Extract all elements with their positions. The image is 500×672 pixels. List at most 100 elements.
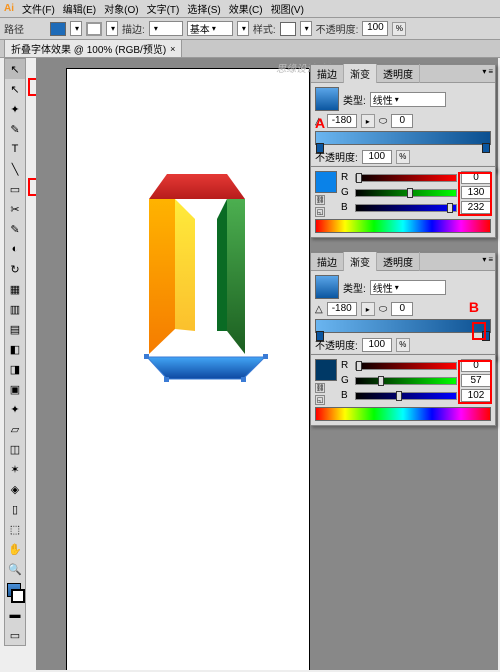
angle2-input-a[interactable]: 0 [391, 114, 413, 128]
gradient-type-a[interactable]: 线性 [370, 92, 446, 107]
magic-wand-tool[interactable]: ✦ [5, 99, 25, 119]
pct-btn-b[interactable]: % [396, 338, 410, 352]
r-slider-b[interactable] [355, 362, 457, 370]
tab-gradient-a[interactable]: 渐变 [344, 64, 377, 83]
angle-step-b[interactable]: ▸ [361, 302, 375, 316]
menu-effect[interactable]: 效果(C) [229, 1, 263, 16]
gradient-stop-right-a[interactable] [482, 143, 490, 153]
gradient-stop-left-a[interactable] [316, 143, 324, 153]
g-value-b[interactable]: 57 [461, 374, 491, 387]
document-tab[interactable]: 折叠字体效果 @ 100% (RGB/预览) × [4, 39, 182, 58]
gradient-stop-left-b[interactable] [316, 331, 324, 341]
blend-tool[interactable]: ▱ [5, 419, 25, 439]
line-tool[interactable]: ╲ [5, 159, 25, 179]
angle-input-a[interactable]: -180 [327, 114, 357, 128]
scissors-tool[interactable]: ⬚ [5, 519, 25, 539]
menu-edit[interactable]: 编辑(E) [63, 1, 96, 16]
scale-tool[interactable]: ↻ [5, 259, 25, 279]
zoom-tool[interactable]: 🔍 [5, 559, 25, 579]
r-value-b[interactable]: 0 [461, 359, 491, 372]
gradient-tool[interactable]: ▣ [5, 379, 25, 399]
pct-button[interactable]: % [392, 22, 406, 36]
pct-btn-a[interactable]: % [396, 150, 410, 164]
b-value-b[interactable]: 102 [461, 389, 491, 402]
live-paint-tool[interactable]: ◫ [5, 439, 25, 459]
type-tool[interactable]: T [5, 139, 25, 159]
angle2-input-b[interactable]: 0 [391, 302, 413, 316]
g-slider-a[interactable] [355, 189, 457, 197]
gradient-strip-b[interactable] [315, 319, 491, 333]
menu-object[interactable]: 对象(O) [104, 1, 138, 16]
stroke-weight[interactable] [149, 21, 183, 36]
eyedropper-tool[interactable]: ✦ [5, 399, 25, 419]
cube-icon-a[interactable]: ◱ [315, 207, 325, 217]
brush-menu[interactable] [237, 21, 249, 36]
screen-mode-icon[interactable]: ▭ [5, 625, 25, 645]
opacity-input-b[interactable]: 100 [362, 338, 392, 352]
pen-tool[interactable]: ✎ [5, 119, 25, 139]
color-swatch-b[interactable] [315, 359, 337, 381]
graph-tool[interactable]: ◧ [5, 339, 25, 359]
warp-tool[interactable]: ▦ [5, 279, 25, 299]
fill-dropdown[interactable] [70, 21, 82, 36]
crop-tool[interactable]: ✶ [5, 459, 25, 479]
color-mode-icon[interactable]: ▬ [5, 605, 25, 625]
gradient-stop-right-b[interactable] [482, 331, 490, 341]
spectrum-b[interactable] [315, 407, 491, 421]
b-slider-a[interactable] [355, 204, 457, 212]
minimize-icon-b[interactable]: ▾ [482, 255, 486, 264]
free-transform-tool[interactable]: ▥ [5, 299, 25, 319]
r-value-a[interactable]: 0 [461, 171, 491, 184]
b-value-a[interactable]: 232 [461, 201, 491, 214]
fill-stroke-control[interactable] [5, 581, 25, 605]
opacity-input[interactable]: 100 [362, 21, 388, 36]
link-icon-b[interactable]: ⛓ [315, 383, 325, 393]
tab-transparency-a[interactable]: 透明度 [377, 64, 420, 83]
symbol-sprayer-tool[interactable]: ▤ [5, 319, 25, 339]
menu-icon[interactable]: ≡ [488, 67, 493, 76]
menu-icon-b[interactable]: ≡ [488, 255, 493, 264]
stroke-swatch[interactable] [86, 22, 102, 36]
gradient-swatch-b[interactable] [315, 275, 339, 299]
fill-swatch[interactable] [50, 22, 66, 36]
style-dropdown[interactable] [300, 21, 312, 36]
tab-gradient-b[interactable]: 渐变 [344, 252, 377, 271]
slice-tool[interactable]: ◈ [5, 479, 25, 499]
hand-tool[interactable]: ✋ [5, 539, 25, 559]
mesh-tool[interactable]: ◨ [5, 359, 25, 379]
angle-input-b[interactable]: -180 [327, 302, 357, 316]
eraser-tool[interactable]: ▯ [5, 499, 25, 519]
tab-transparency-b[interactable]: 透明度 [377, 252, 420, 271]
rotate-tool[interactable]: ◐ [5, 239, 25, 259]
spectrum-a[interactable] [315, 219, 491, 233]
cube-icon-b[interactable]: ◱ [315, 395, 325, 405]
gradient-type-b[interactable]: 线性 [370, 280, 446, 295]
close-icon[interactable]: × [170, 44, 175, 54]
r-slider-a[interactable] [355, 174, 457, 182]
tab-stroke-b[interactable]: 描边 [311, 252, 344, 271]
g-value-a[interactable]: 130 [461, 186, 491, 199]
angle-step-a[interactable]: ▸ [361, 114, 375, 128]
stroke-dropdown[interactable] [106, 21, 118, 36]
color-swatch-a[interactable] [315, 171, 337, 193]
selection-tool[interactable]: ↖ [5, 59, 25, 79]
style-swatch[interactable] [280, 22, 296, 36]
minimize-icon[interactable]: ▾ [482, 67, 486, 76]
tab-stroke-a[interactable]: 描边 [311, 64, 344, 83]
menu-type[interactable]: 文字(T) [147, 1, 180, 16]
g-slider-b[interactable] [355, 377, 457, 385]
paintbrush-tool[interactable]: ✂ [5, 199, 25, 219]
link-icon-a[interactable]: ⛓ [315, 195, 325, 205]
gradient-swatch-a[interactable] [315, 87, 339, 111]
pencil-tool[interactable]: ✎ [5, 219, 25, 239]
stroke-color-box[interactable] [11, 589, 25, 603]
menu-select[interactable]: 选择(S) [187, 1, 220, 16]
opacity-input-a[interactable]: 100 [362, 150, 392, 164]
b-slider-b[interactable] [355, 392, 457, 400]
menu-file[interactable]: 文件(F) [22, 1, 55, 16]
direct-selection-tool[interactable]: ↖ [5, 79, 25, 99]
menu-view[interactable]: 视图(V) [271, 1, 304, 16]
gradient-strip-a[interactable] [315, 131, 491, 145]
brush-dropdown[interactable]: 基本 [187, 21, 233, 36]
rectangle-tool[interactable]: ▭ [5, 179, 25, 199]
